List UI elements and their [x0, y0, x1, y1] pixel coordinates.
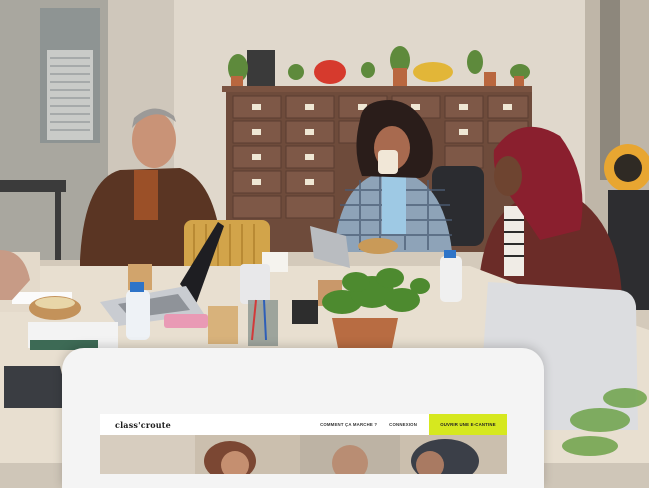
open-cantine-button[interactable]: OUVRIR UNE E-CANTINE [429, 414, 507, 435]
nav-link-how-it-works[interactable]: COMMENT ÇA MARCHE ? [320, 422, 377, 427]
brand-logo[interactable]: class'croute [115, 420, 171, 430]
website-nav: COMMENT ÇA MARCHE ? CONNEXION OUVRIR UNE… [320, 414, 507, 435]
hero-image [100, 435, 507, 474]
website-header: class'croute COMMENT ÇA MARCHE ? CONNEXI… [100, 414, 507, 436]
nav-link-login[interactable]: CONNEXION [389, 422, 417, 427]
website-screen: class'croute COMMENT ÇA MARCHE ? CONNEXI… [100, 414, 507, 474]
